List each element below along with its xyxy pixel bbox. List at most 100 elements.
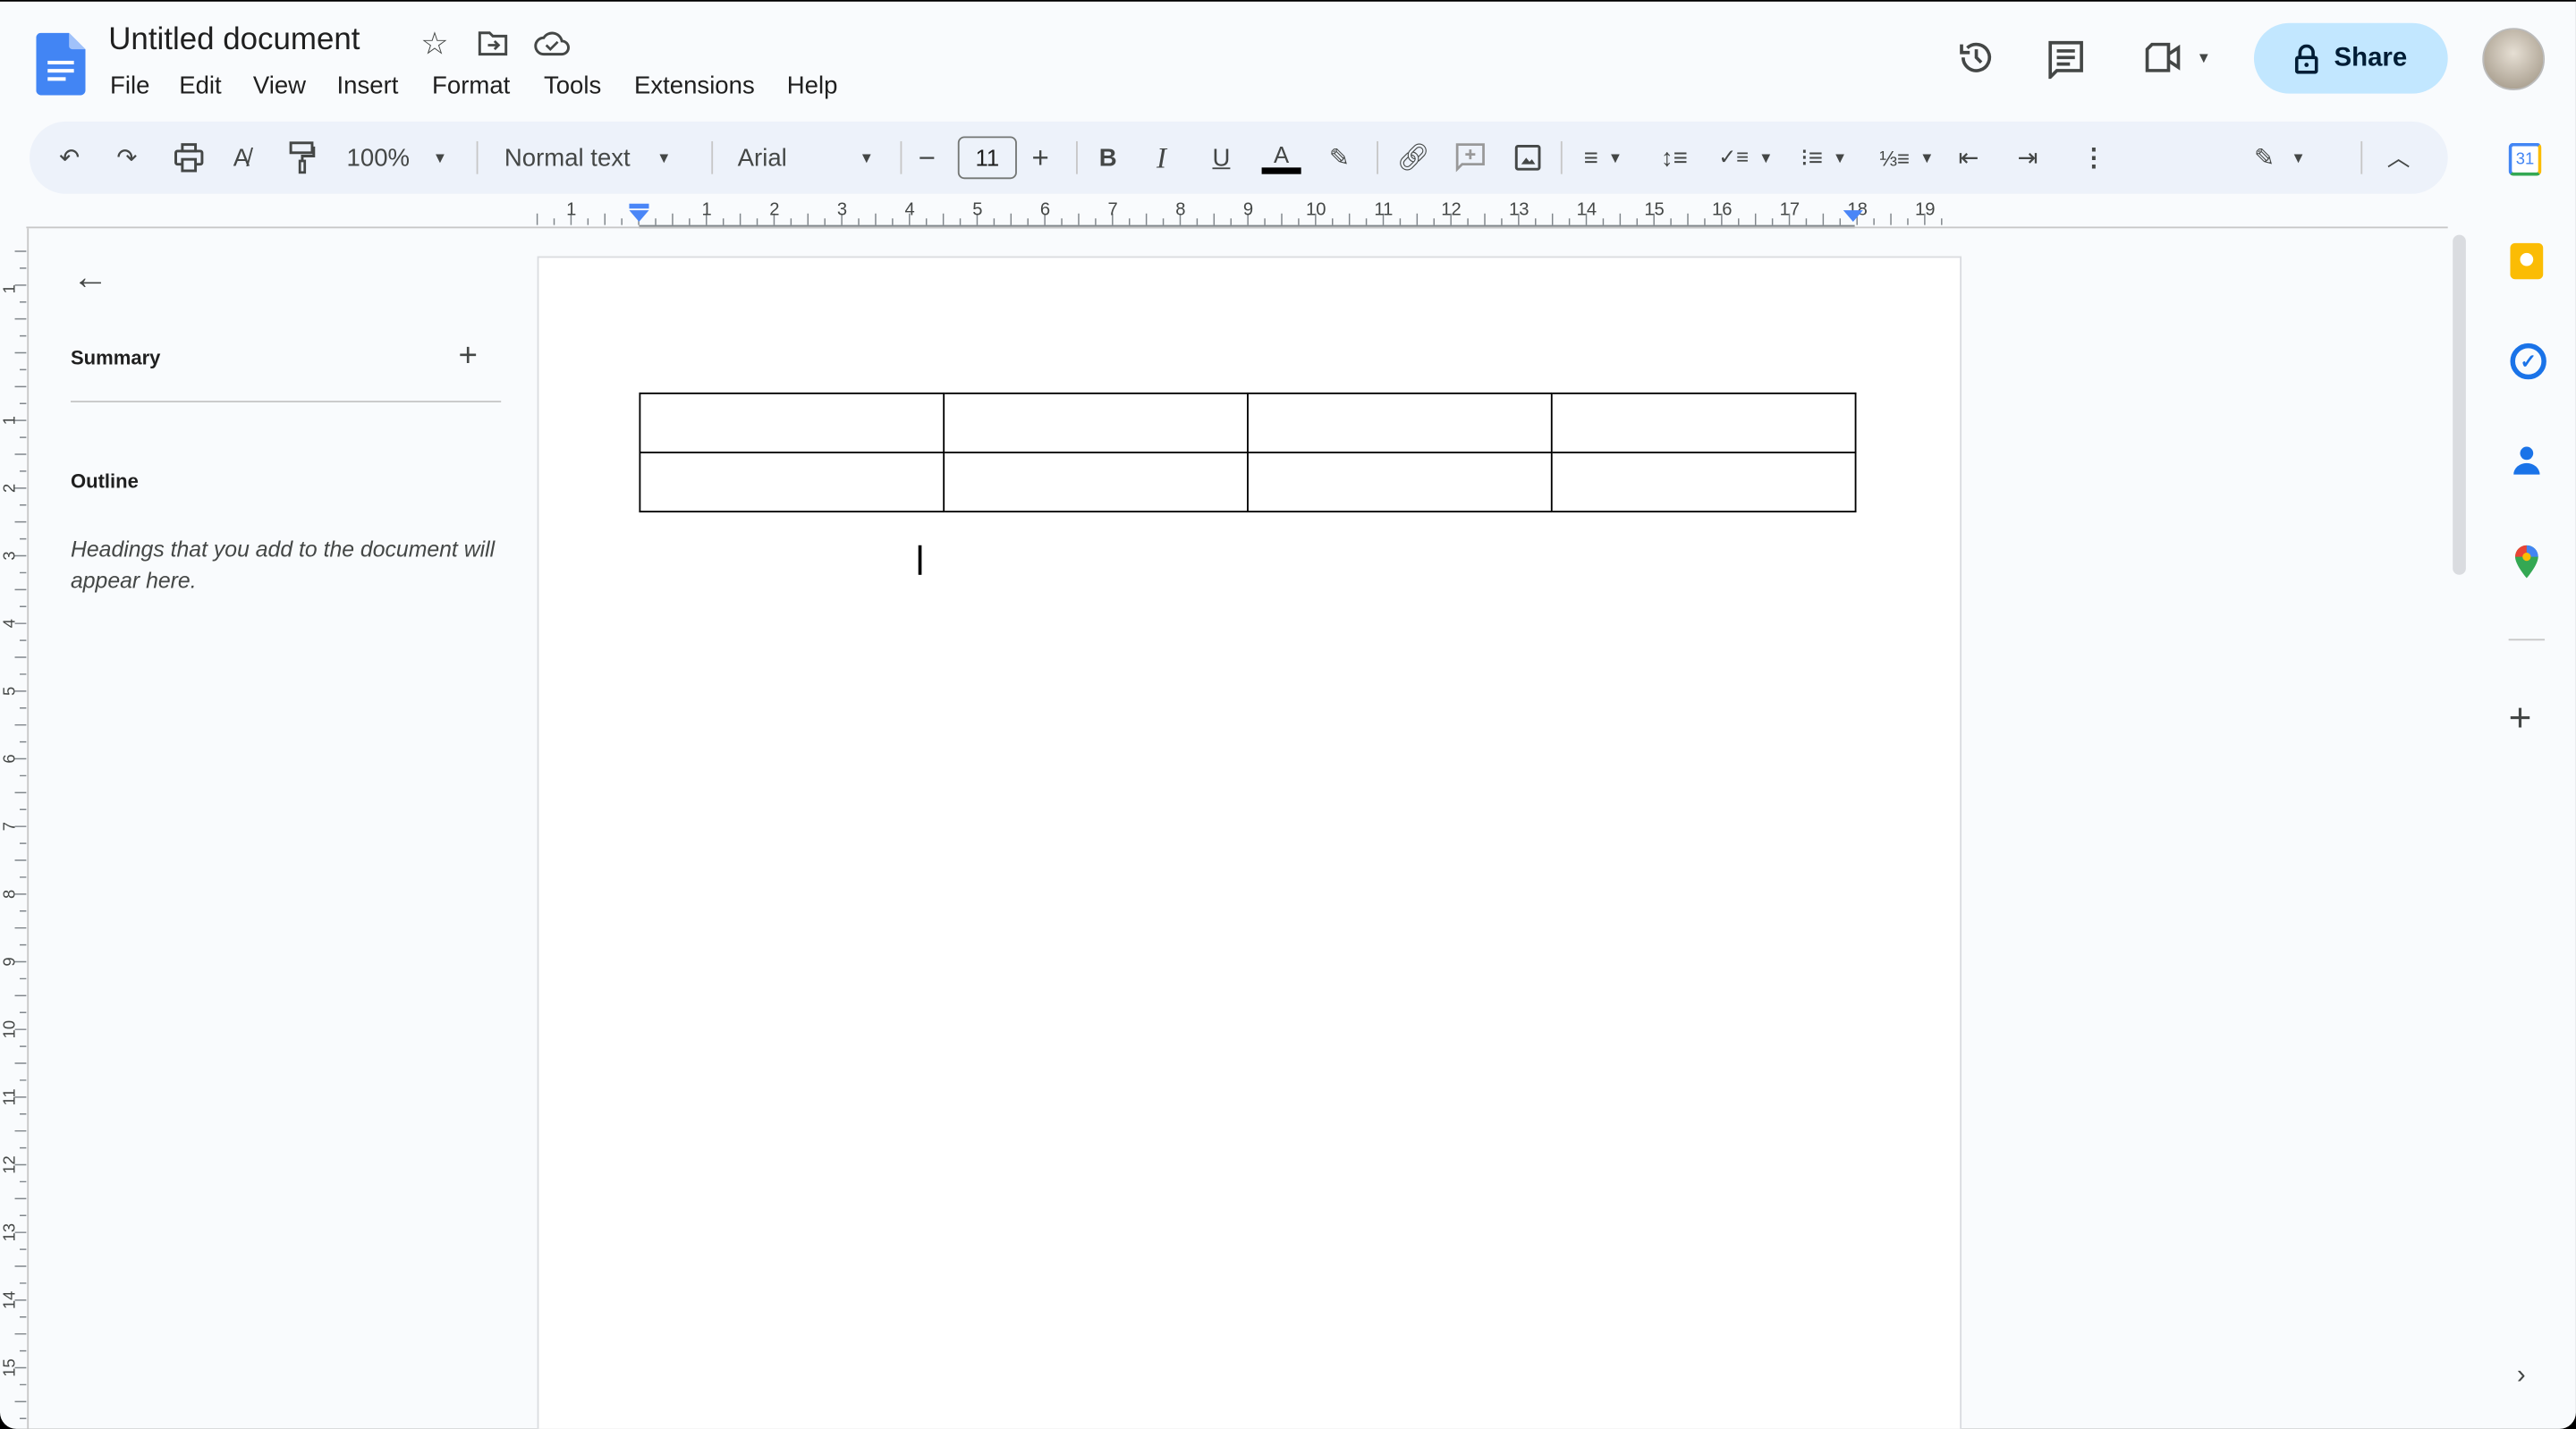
font-value: Arial [737,143,787,172]
table-row [639,392,1857,453]
docs-logo[interactable] [36,32,86,96]
font-select[interactable]: Arial ▼ [738,141,874,174]
share-label: Share [2334,43,2408,72]
hide-menus-icon[interactable]: ︿ [2387,141,2411,174]
table-cell[interactable] [1247,392,1553,453]
table-cell[interactable] [1247,452,1553,513]
insert-image-icon[interactable] [1514,141,1541,174]
outline-label: Outline [70,469,139,493]
menu-extensions[interactable]: Extensions [634,72,755,100]
ruler-label: 6 [0,754,19,763]
line-spacing-icon[interactable]: ↕≡ [1661,141,1688,174]
editing-mode-select[interactable]: ✎ ▼ [2254,141,2306,174]
caret-down-icon: ▼ [859,149,875,166]
caret-down-icon: ▼ [657,149,672,166]
redo-icon[interactable]: ↷ [116,141,137,174]
text-color-icon[interactable]: A [1261,141,1301,174]
underline-icon[interactable]: U [1212,141,1230,174]
divider [900,140,902,174]
outline-placeholder: Headings that you add to the document wi… [70,537,496,594]
insert-link-icon[interactable]: 🔗︎ [1396,141,1429,174]
ruler-label: 9 [0,957,19,966]
highlight-icon[interactable]: ✎ [1329,141,1350,174]
version-history-icon[interactable] [1957,38,1996,77]
move-folder-icon[interactable] [478,30,508,56]
calendar-day: 31 [2515,150,2535,170]
ruler-label: 8 [1175,200,1185,220]
meet-button[interactable]: ▼ [2144,42,2211,72]
contacts-icon[interactable] [2513,445,2540,475]
maps-icon[interactable] [2513,545,2539,579]
menu-view[interactable]: View [253,72,306,100]
show-side-panel-icon[interactable]: › [2517,1362,2526,1391]
style-select[interactable]: Normal text ▼ [504,141,672,174]
ruler-label: 17 [1780,200,1800,220]
print-icon[interactable] [174,141,204,174]
caret-down-icon: ▼ [432,149,448,166]
add-comment-icon[interactable] [1455,141,1485,174]
indent-marker[interactable] [629,203,649,222]
ruler-label: 2 [769,200,779,220]
checklist-select[interactable]: ✓≡ ▼ [1718,141,1773,174]
ruler-label: 5 [972,200,982,220]
ruler-label: 14 [1577,200,1597,220]
star-icon[interactable]: ☆ [420,26,448,63]
bold-icon[interactable]: B [1099,141,1117,174]
menu-help[interactable]: Help [787,72,838,100]
table-cell[interactable] [1550,392,1857,453]
paint-format-icon[interactable] [289,141,316,174]
increase-indent-icon[interactable]: ⇥ [2017,141,2038,174]
get-addons-icon[interactable]: + [2509,697,2532,742]
ruler-label: 15 [1644,200,1664,220]
vertical-ruler[interactable]: 1123456789101112131415 [0,228,30,1429]
ruler-label: 3 [837,200,847,220]
ruler-label: 7 [1108,200,1118,220]
menu-edit[interactable]: Edit [179,72,221,100]
zoom-select[interactable]: 100% ▼ [347,141,448,174]
table-cell[interactable] [1550,452,1857,513]
undo-icon[interactable]: ↶ [59,141,80,174]
table-cell[interactable] [639,452,945,513]
font-size-input[interactable]: 11 [957,136,1017,180]
menu-file[interactable]: File [110,72,149,100]
spellcheck-icon[interactable]: A̸ [233,141,250,174]
table-cell[interactable] [943,392,1249,453]
numbered-list-select[interactable]: ⅓≡ ▼ [1879,141,1934,174]
increase-font-size-button[interactable]: + [1031,140,1048,174]
menu-tools[interactable]: Tools [544,72,601,100]
ruler-label: 13 [1509,200,1529,220]
summary-label: Summary [70,346,161,370]
document-page[interactable] [537,256,1962,1429]
close-outline-icon[interactable]: ← [72,257,108,300]
italic-icon[interactable]: I [1157,140,1166,174]
style-value: Normal text [504,143,631,172]
document-title[interactable]: Untitled document [108,23,360,59]
keep-icon[interactable] [2510,242,2544,280]
bulleted-list-select[interactable]: ⁝≡ ▼ [1801,141,1847,174]
decrease-indent-icon[interactable]: ⇤ [1958,141,1979,174]
cloud-saved-icon[interactable] [534,30,570,56]
ruler-label: 15 [0,1358,19,1376]
decrease-font-size-button[interactable]: − [919,140,936,174]
ruler-label: 11 [0,1088,19,1105]
divider [711,140,714,174]
avatar[interactable] [2482,28,2546,91]
ruler-label: 2 [0,484,19,493]
add-summary-icon[interactable]: + [458,338,477,376]
more-options-icon[interactable]: ⋮ [2081,141,2106,174]
horizontal-ruler[interactable]: 1 1 2 3 4 5 6 7 8 9 10 11 12 13 14 15 16 17 18 19 [0,194,2448,230]
google-docs-window: Untitled document ☆ File Edit View Inser… [0,0,2576,1429]
scrollbar-thumb[interactable] [2453,234,2466,575]
table-row [639,452,1857,513]
comments-icon[interactable] [2047,39,2085,80]
document-table[interactable] [639,392,1857,513]
share-button[interactable]: Share [2253,22,2448,94]
calendar-icon[interactable]: 31 [2508,142,2542,176]
tasks-icon[interactable]: ✓ [2510,342,2546,380]
align-select[interactable]: ≡ ▼ [1584,141,1623,174]
menu-insert[interactable]: Insert [337,72,399,100]
ruler-label: 19 [1915,200,1935,220]
table-cell[interactable] [639,392,945,453]
menu-format[interactable]: Format [432,72,510,100]
table-cell[interactable] [943,452,1249,513]
